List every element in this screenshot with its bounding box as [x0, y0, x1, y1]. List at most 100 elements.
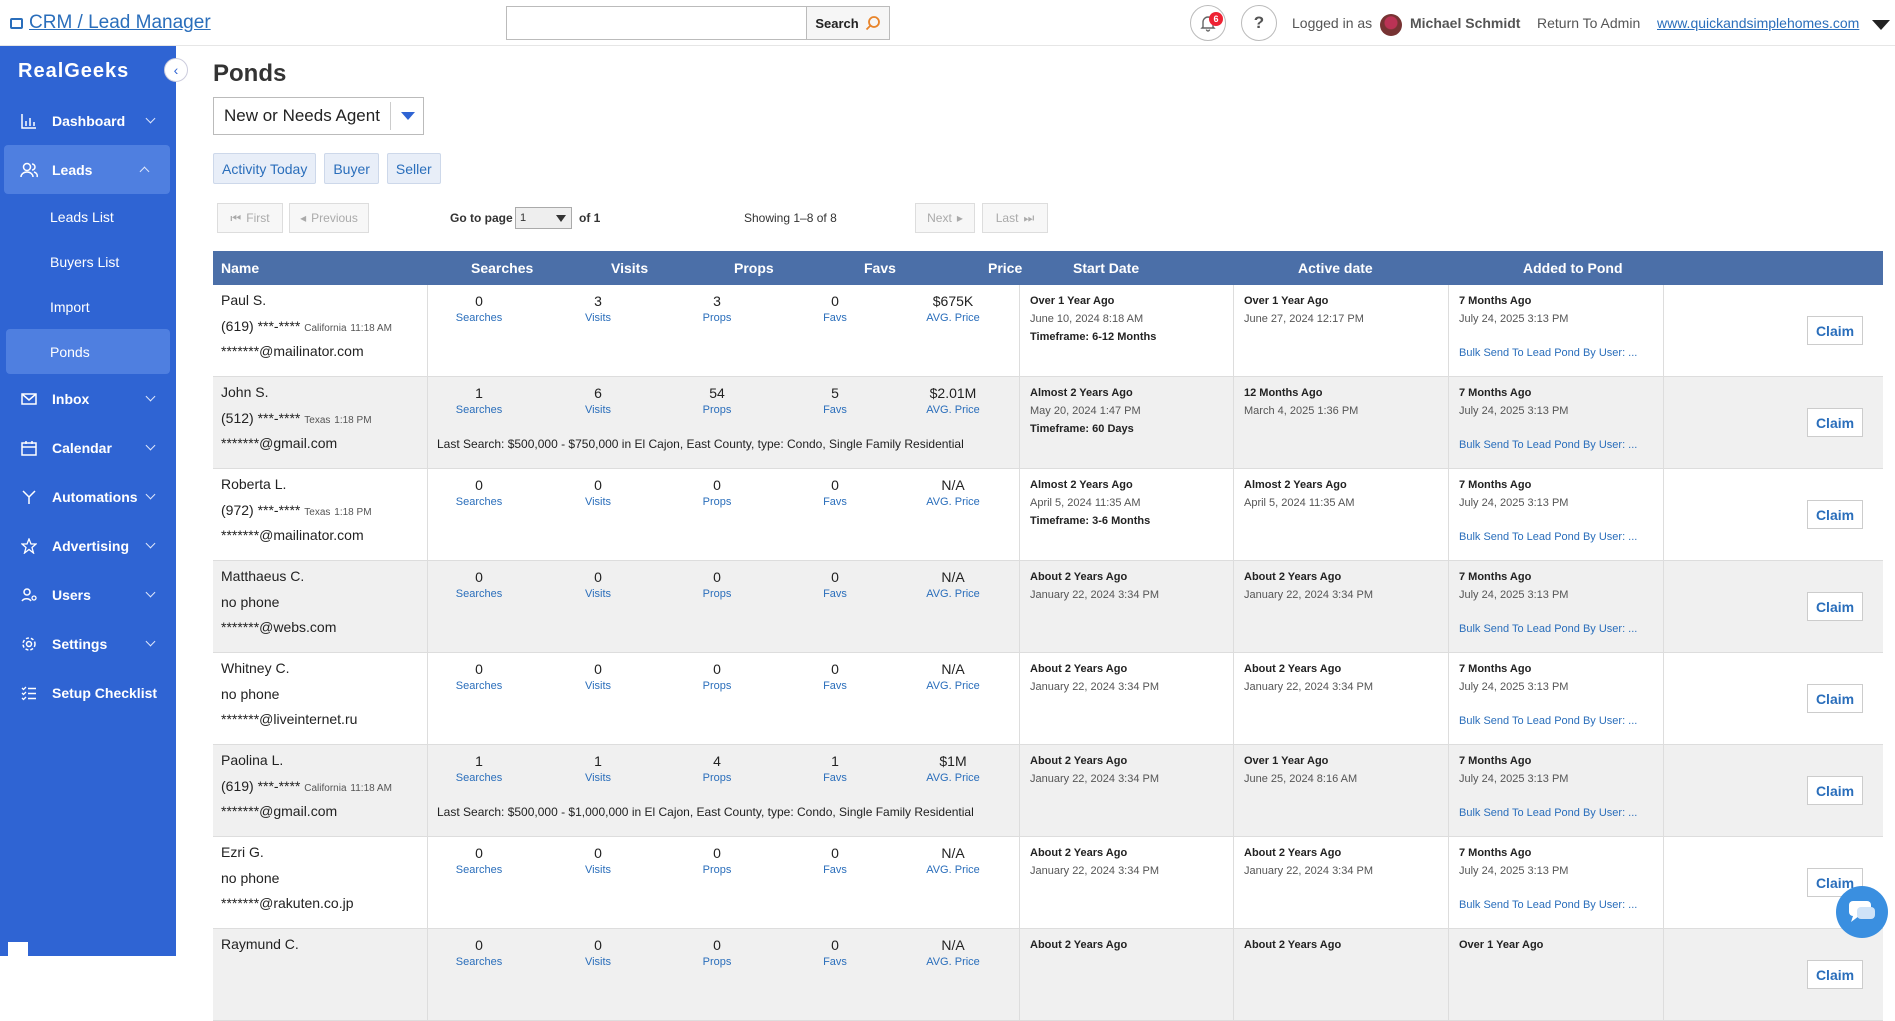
col-added-to-pond[interactable]: Added to Pond	[1523, 260, 1623, 276]
stat-link[interactable]: Props	[677, 680, 757, 692]
stat-link[interactable]: Visits	[558, 496, 638, 508]
col-searches[interactable]: Searches	[471, 260, 533, 276]
table-row[interactable]: Matthaeus C. no phone *******@webs.com 0 Se…	[213, 561, 1883, 653]
stat-link[interactable]: AVG. Price	[913, 772, 993, 784]
table-row[interactable]: Paolina L. (619) ***-**** California 11:1…	[213, 745, 1883, 837]
page-select[interactable]: 1	[515, 207, 572, 229]
stat-link[interactable]: Props	[677, 772, 757, 784]
lead-name[interactable]: Matthaeus C.	[221, 568, 304, 584]
claim-button[interactable]: Claim	[1807, 684, 1863, 713]
col-active-date[interactable]: Active date	[1298, 260, 1373, 276]
claim-button[interactable]: Claim	[1807, 776, 1863, 805]
stat-link[interactable]: AVG. Price	[913, 588, 993, 600]
bulk-send-link[interactable]: Bulk Send To Lead Pond By User: ...	[1459, 807, 1637, 819]
table-row[interactable]: Paul S. (619) ***-**** California 11:18 A…	[213, 285, 1883, 377]
lead-name[interactable]: Paul S.	[221, 292, 266, 308]
previous-page-button[interactable]: ◂ Previous	[289, 203, 369, 233]
stat-link[interactable]: AVG. Price	[913, 496, 993, 508]
lead-name[interactable]: Roberta L.	[221, 476, 286, 492]
stat-link[interactable]: Props	[677, 312, 757, 324]
claim-button[interactable]: Claim	[1807, 500, 1863, 529]
caret-down-icon[interactable]	[1872, 20, 1890, 30]
filter-activity-today[interactable]: Activity Today	[213, 153, 317, 184]
last-page-button[interactable]: Last ⏭	[982, 203, 1048, 233]
sidebar-subitem-ponds[interactable]: Ponds	[6, 329, 170, 374]
stat-link[interactable]: Favs	[795, 772, 875, 784]
claim-button[interactable]: Claim	[1807, 960, 1863, 989]
sidebar-item-advertising[interactable]: Advertising	[0, 521, 176, 570]
stat-link[interactable]: Searches	[439, 404, 519, 416]
sidebar-item-leads[interactable]: Leads	[4, 145, 170, 194]
stat-link[interactable]: Favs	[795, 864, 875, 876]
stat-link[interactable]: AVG. Price	[913, 680, 993, 692]
sidebar-item-dashboard[interactable]: Dashboard	[0, 96, 176, 145]
stat-link[interactable]: Favs	[795, 680, 875, 692]
claim-button[interactable]: Claim	[1807, 316, 1863, 345]
lead-name[interactable]: Ezri G.	[221, 844, 264, 860]
stat-link[interactable]: AVG. Price	[913, 956, 993, 968]
first-page-button[interactable]: ⏮ First	[217, 203, 283, 233]
stat-link[interactable]: AVG. Price	[913, 864, 993, 876]
stat-link[interactable]: Searches	[439, 588, 519, 600]
sidebar-item-calendar[interactable]: Calendar	[0, 423, 176, 472]
stat-link[interactable]: Searches	[439, 864, 519, 876]
col-props[interactable]: Props	[734, 260, 774, 276]
stat-link[interactable]: Props	[677, 496, 757, 508]
stat-link[interactable]: Favs	[795, 956, 875, 968]
stat-link[interactable]: Searches	[439, 312, 519, 324]
bulk-send-link[interactable]: Bulk Send To Lead Pond By User: ...	[1459, 899, 1637, 911]
sidebar-item-users[interactable]: Users	[0, 570, 176, 619]
bulk-send-link[interactable]: Bulk Send To Lead Pond By User: ...	[1459, 715, 1637, 727]
pond-select[interactable]: New or Needs Agent	[213, 97, 424, 135]
stat-link[interactable]: Searches	[439, 772, 519, 784]
breadcrumb-link[interactable]: CRM / Lead Manager	[10, 12, 211, 34]
lead-name[interactable]: Whitney C.	[221, 660, 289, 676]
notifications-button[interactable]: 6	[1190, 5, 1226, 41]
stat-link[interactable]: Props	[677, 864, 757, 876]
chat-button[interactable]	[1836, 886, 1888, 938]
lead-name[interactable]: John S.	[221, 384, 268, 400]
sidebar-subitem-buyers-list[interactable]: Buyers List	[0, 239, 176, 284]
stat-link[interactable]: Favs	[795, 588, 875, 600]
stat-link[interactable]: Searches	[439, 956, 519, 968]
search-input[interactable]	[506, 6, 806, 40]
filter-buyer[interactable]: Buyer	[324, 153, 379, 184]
stat-link[interactable]: Visits	[558, 312, 638, 324]
stat-link[interactable]: Favs	[795, 404, 875, 416]
sidebar-item-settings[interactable]: Settings	[0, 619, 176, 668]
stat-link[interactable]: Visits	[558, 772, 638, 784]
lead-name[interactable]: Paolina L.	[221, 752, 283, 768]
stat-link[interactable]: Props	[677, 588, 757, 600]
stat-link[interactable]: Visits	[558, 956, 638, 968]
table-row[interactable]: Ezri G. no phone *******@rakuten.co.jp 0 Se…	[213, 837, 1883, 929]
col-visits[interactable]: Visits	[611, 260, 648, 276]
col-favs[interactable]: Favs	[864, 260, 896, 276]
sidebar-item-inbox[interactable]: Inbox	[0, 374, 176, 423]
sidebar-item-automations[interactable]: Automations	[0, 472, 176, 521]
table-row[interactable]: John S. (512) ***-**** Texas 1:18 PM *****…	[213, 377, 1883, 469]
sidebar-subitem-import[interactable]: Import	[0, 284, 176, 329]
sidebar-item-setup-checklist[interactable]: Setup Checklist	[0, 668, 176, 717]
stat-link[interactable]: Visits	[558, 404, 638, 416]
search-button[interactable]: Search	[806, 6, 890, 40]
claim-button[interactable]: Claim	[1807, 408, 1863, 437]
bulk-send-link[interactable]: Bulk Send To Lead Pond By User: ...	[1459, 531, 1637, 543]
col-price[interactable]: Price	[988, 260, 1022, 276]
stat-link[interactable]: Visits	[558, 680, 638, 692]
table-row[interactable]: Roberta L. (972) ***-**** Texas 1:18 PM **…	[213, 469, 1883, 561]
stat-link[interactable]: Visits	[558, 864, 638, 876]
bulk-send-link[interactable]: Bulk Send To Lead Pond By User: ...	[1459, 623, 1637, 635]
return-to-admin-link[interactable]: Return To Admin	[1537, 15, 1640, 31]
table-row[interactable]: Whitney C. no phone *******@liveinternet.…	[213, 653, 1883, 745]
stat-link[interactable]: Favs	[795, 312, 875, 324]
bulk-send-link[interactable]: Bulk Send To Lead Pond By User: ...	[1459, 439, 1637, 451]
stat-link[interactable]: Searches	[439, 496, 519, 508]
table-row[interactable]: Raymund C. 0 Searches 0 Visits 0 Props 0 Favs N/…	[213, 929, 1883, 1021]
stat-link[interactable]: Searches	[439, 680, 519, 692]
stat-link[interactable]: Props	[677, 956, 757, 968]
stat-link[interactable]: AVG. Price	[913, 312, 993, 324]
bulk-send-link[interactable]: Bulk Send To Lead Pond By User: ...	[1459, 347, 1637, 359]
lead-name[interactable]: Raymund C.	[221, 936, 299, 952]
next-page-button[interactable]: Next ▸	[915, 203, 975, 233]
stat-link[interactable]: Visits	[558, 588, 638, 600]
